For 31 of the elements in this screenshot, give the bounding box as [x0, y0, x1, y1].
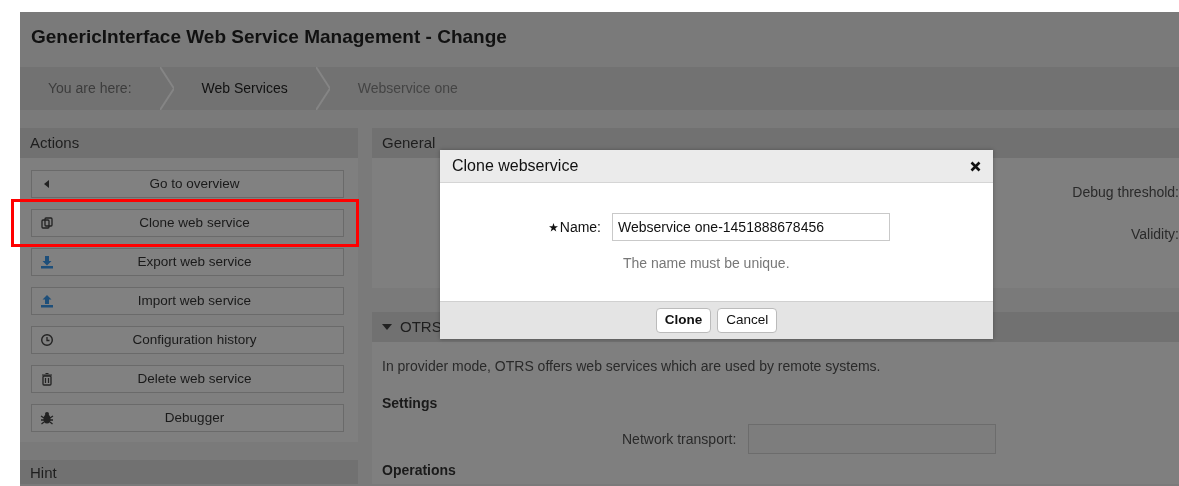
- close-icon[interactable]: [970, 160, 981, 172]
- section-title: Settings: [382, 394, 439, 413]
- download-icon: [40, 255, 54, 269]
- upload-icon: [40, 294, 54, 308]
- action-button[interactable]: Go to overview: [31, 170, 344, 198]
- panel-title: OTRS: [400, 317, 442, 337]
- breadcrumb-link[interactable]: Web Services: [173, 78, 316, 99]
- description-text: In provider mode, OTRS offers web services which are used by remote systems.: [382, 357, 882, 376]
- field-label: Network transport:: [622, 429, 737, 449]
- dialog-title: Clone webservice: [452, 156, 579, 176]
- panel-header: Hint: [20, 460, 358, 484]
- bug-icon: [40, 411, 54, 425]
- trash-icon: [40, 372, 54, 386]
- page-title: GenericInterface Web Service Management - Change: [30, 25, 508, 49]
- action-button[interactable]: Debugger: [31, 404, 344, 432]
- field-label: Name:: [440, 216, 612, 238]
- section-title: Operations: [382, 461, 457, 480]
- dialog-button[interactable]: Cancel: [717, 308, 778, 333]
- action-button[interactable]: Import web service: [31, 287, 344, 315]
- clock-icon: [40, 333, 54, 347]
- hint-text: The name must be unique.: [623, 254, 791, 273]
- field-label: Validity:: [1131, 225, 1179, 244]
- action-button[interactable]: Clone web service: [31, 209, 344, 237]
- action-button[interactable]: Delete web service: [31, 365, 344, 393]
- copy-icon: [40, 216, 54, 230]
- action-button[interactable]: Export web service: [31, 248, 344, 276]
- dialog-button[interactable]: Clone: [655, 308, 712, 333]
- panel-header: Actions: [20, 128, 358, 158]
- action-button[interactable]: Configuration history: [31, 326, 344, 354]
- field-label: Debug threshold:: [1072, 183, 1179, 202]
- name-input[interactable]: Webservice one-1451888678456: [612, 213, 890, 241]
